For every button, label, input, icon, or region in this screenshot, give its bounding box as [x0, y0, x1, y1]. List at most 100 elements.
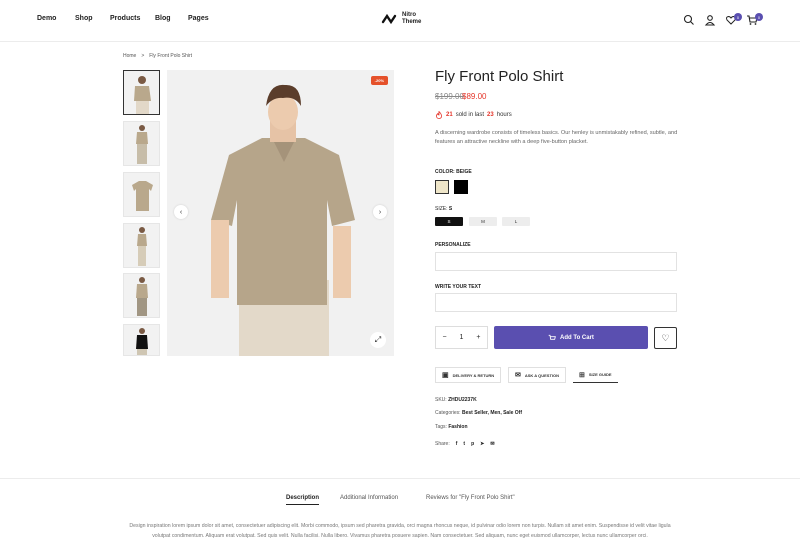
sku-value: ZHDU2237K: [448, 397, 477, 403]
product-thumbnail-image: [134, 76, 151, 114]
site-header: Demo Shop Products Blog Pages Nitro Them…: [0, 0, 800, 42]
box-icon: ▣: [442, 372, 449, 379]
sold-text: sold in last: [455, 112, 485, 118]
thumbnail-6[interactable]: [123, 324, 160, 356]
personalize-input[interactable]: [435, 252, 677, 271]
prev-image-button[interactable]: ‹: [174, 205, 188, 219]
sold-text-end: hours: [496, 112, 512, 118]
twitter-icon[interactable]: t: [463, 441, 465, 447]
sold-count: 21: [446, 112, 453, 118]
price-new: $89.00: [462, 92, 487, 101]
sold-hours: 23: [487, 112, 494, 118]
write-text-input[interactable]: [435, 293, 677, 312]
cart-icon: [548, 334, 556, 340]
delivery-return-label: DELIVERY & RETURN: [452, 372, 495, 378]
nav-products[interactable]: Products: [110, 15, 140, 22]
share-row: Share: f t p ➤ ✉: [435, 441, 495, 447]
mail-icon: ✉: [515, 372, 521, 379]
breadcrumb-home[interactable]: Home: [123, 53, 136, 59]
tags-label: Tags:: [435, 424, 447, 430]
product-title: Fly Front Polo Shirt: [435, 68, 564, 85]
size-option-s[interactable]: S: [435, 217, 463, 226]
quantity-stepper: − 1 +: [435, 326, 488, 349]
thumbnail-1[interactable]: [123, 70, 160, 115]
nav-demo[interactable]: Demo: [37, 15, 56, 22]
size-option-l[interactable]: L: [502, 217, 530, 226]
categories-row: Categories: Best Seller, Men, Sale Off: [435, 410, 522, 416]
next-image-button[interactable]: ›: [373, 205, 387, 219]
add-to-cart-label: Add To Cart: [560, 334, 594, 341]
tab-description[interactable]: Description: [286, 495, 320, 505]
swatch-black[interactable]: [454, 180, 468, 194]
breadcrumb: Home > Fly Front Polo Shirt: [123, 53, 192, 59]
delivery-return-button[interactable]: ▣ DELIVERY & RETURN: [435, 367, 502, 383]
logo-line1: Nitro: [402, 12, 416, 18]
thumbnail-4[interactable]: [123, 223, 160, 268]
ask-question-button[interactable]: ✉ ASK A QUESTION: [508, 367, 567, 383]
product-thumbnail-image: [136, 328, 148, 355]
sku-label: SKU:: [435, 397, 447, 403]
product-description: A discerning wardrobe consists of timele…: [435, 130, 678, 145]
user-icon[interactable]: [704, 14, 716, 26]
product-thumbnail-image: [137, 227, 147, 266]
thumbnail-2[interactable]: [123, 121, 160, 166]
size-selected: S: [448, 206, 453, 212]
share-label: Share:: [435, 441, 450, 447]
cart-count-badge: 0: [755, 13, 763, 21]
quantity-value[interactable]: 1: [460, 334, 464, 341]
price-old: $199.00: [435, 92, 464, 101]
expand-icon: ⤢: [374, 335, 382, 344]
add-to-cart-button[interactable]: Add To Cart: [494, 326, 648, 349]
thumbnail-3[interactable]: [123, 172, 160, 217]
telegram-icon[interactable]: ➤: [480, 441, 484, 447]
discount-badge: -20%: [370, 76, 388, 85]
product-photo: [211, 84, 355, 356]
personalize-label: PERSONALIZE: [435, 242, 471, 248]
fire-icon: [436, 111, 442, 119]
facebook-icon[interactable]: f: [456, 441, 458, 447]
quantity-decrease-button[interactable]: −: [442, 334, 446, 341]
categories-value[interactable]: Best Seller, Men, Sale Off: [462, 410, 522, 416]
description-body: Design inspiration lorem ipsum dolor sit…: [129, 523, 671, 539]
logo-icon: [381, 13, 397, 25]
logo-line2: Theme: [402, 19, 422, 25]
size-label: SIZE: S: [435, 206, 452, 212]
thumbnail-5[interactable]: [123, 273, 160, 318]
quantity-increase-button[interactable]: +: [476, 334, 480, 341]
product-main-image[interactable]: -20% ‹ › ⤢: [167, 70, 394, 356]
tags-value[interactable]: Fashion: [448, 424, 467, 430]
tab-additional-information[interactable]: Additional Information: [340, 495, 398, 501]
tab-reviews[interactable]: Reviews for "Fly Front Polo Shirt": [426, 495, 515, 501]
nav-blog[interactable]: Blog: [155, 15, 171, 22]
breadcrumb-current: Fly Front Polo Shirt: [149, 53, 193, 59]
ruler-icon: ⊞: [579, 371, 585, 379]
section-divider: [0, 478, 800, 479]
email-icon[interactable]: ✉: [490, 441, 494, 447]
site-logo[interactable]: Nitro Theme: [380, 12, 421, 26]
breadcrumb-separator: >: [141, 53, 145, 59]
size-label-text: SIZE:: [435, 206, 448, 212]
sold-counter: 21 sold in last 23 hours: [435, 111, 512, 119]
swatch-beige[interactable]: [435, 180, 449, 194]
search-icon[interactable]: [683, 14, 695, 26]
categories-label: Categories:: [435, 410, 461, 416]
tags-row: Tags: Fashion: [435, 424, 468, 430]
pinterest-icon[interactable]: p: [471, 441, 474, 447]
size-guide-label: SIZE GUIDE: [588, 372, 612, 377]
ask-question-label: ASK A QUESTION: [524, 372, 560, 378]
heart-icon: ♡: [661, 332, 670, 343]
product-thumbnail-image: [132, 181, 153, 211]
nav-shop[interactable]: Shop: [75, 15, 93, 22]
size-guide-button[interactable]: ⊞ SIZE GUIDE: [573, 367, 618, 383]
wishlist-count-badge: 0: [734, 13, 742, 21]
chevron-right-icon: ›: [378, 208, 382, 216]
color-label: COLOR: BEIGE: [435, 169, 472, 175]
product-thumbnail-image: [136, 125, 148, 164]
chevron-left-icon: ‹: [179, 208, 183, 216]
size-option-m[interactable]: M: [469, 217, 497, 226]
zoom-button[interactable]: ⤢: [370, 332, 386, 348]
color-label-text: COLOR:: [435, 169, 455, 175]
color-selected: BEIGE: [456, 169, 472, 175]
add-to-wishlist-button[interactable]: ♡: [654, 327, 677, 349]
nav-pages[interactable]: Pages: [188, 15, 209, 22]
